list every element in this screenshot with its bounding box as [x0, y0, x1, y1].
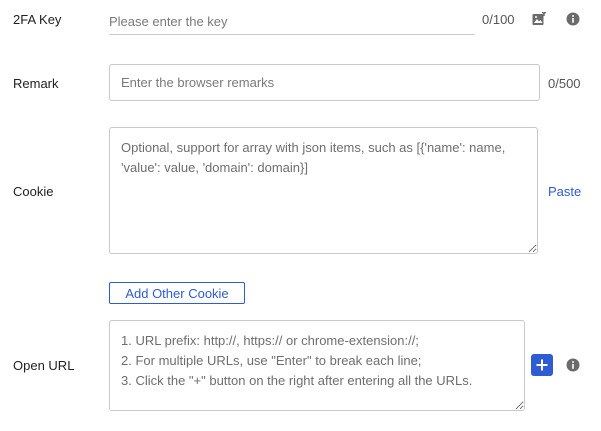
open-url-textarea[interactable] — [109, 320, 525, 411]
add-url-button[interactable] — [531, 354, 553, 376]
cookie-label: Cookie — [13, 184, 54, 199]
twofa-info-icon[interactable] — [565, 11, 581, 27]
paste-link[interactable]: Paste — [548, 184, 581, 199]
plus-icon — [536, 359, 548, 371]
twofa-label: 2FA Key — [13, 12, 62, 27]
open-url-label: Open URL — [13, 358, 75, 373]
remark-input[interactable] — [109, 64, 540, 101]
remark-label: Remark — [13, 76, 59, 91]
open-url-info-icon[interactable] — [565, 357, 581, 373]
remark-counter: 0/500 — [548, 76, 581, 91]
twofa-counter: 0/100 — [482, 12, 515, 27]
image-add-icon[interactable] — [531, 11, 547, 27]
add-other-cookie-button[interactable]: Add Other Cookie — [109, 282, 245, 304]
twofa-key-input[interactable] — [109, 8, 475, 35]
cookie-textarea[interactable] — [109, 127, 538, 254]
